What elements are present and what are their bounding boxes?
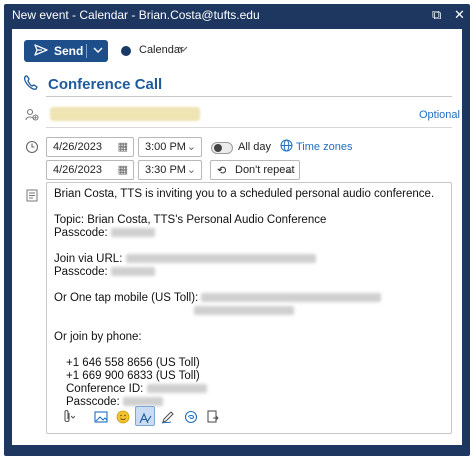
more-apps-icon[interactable] [204,406,222,426]
title-bar: New event - Calendar - Brian.Costa@tufts… [4,4,470,26]
app-window: New event - Calendar - Brian.Costa@tufts… [4,4,470,456]
start-date-value: 4/26/2023 [53,141,102,153]
chevron-down-icon: ⌄ [186,164,196,176]
repeat-dropdown[interactable]: ⟲ Don't repeat ⌄ [210,160,300,180]
send-options-chevron-icon[interactable] [92,43,104,60]
calendar-icon[interactable]: ▦ [118,163,128,176]
phone-icon [22,74,40,97]
loop-icon[interactable] [182,406,200,426]
topic-text: Topic: Brian Costa, TTS's Personal Audio… [54,214,327,226]
send-divider [86,44,87,58]
redacted-passcode [110,228,155,238]
conference-id-line: Conference ID: [54,383,449,396]
chevron-down-icon: ⌄ [186,141,196,153]
one-tap-line-2 [54,305,449,318]
people-icon [25,108,39,125]
attendee-underline [46,127,452,128]
end-time-value: 3:30 PM [145,164,186,176]
redacted-passcode [110,267,155,277]
draw-icon[interactable] [159,406,177,426]
send-button[interactable]: Send [24,40,108,62]
all-day-toggle[interactable] [211,142,233,154]
send-icon [34,43,48,60]
calendar-icon[interactable]: ▦ [118,140,128,153]
event-body-editor[interactable]: Brian Costa, TTS is inviting you to a sc… [46,182,452,434]
start-time-value: 3:00 PM [145,141,186,153]
one-tap-line: Or One tap mobile (US Toll): [54,292,449,305]
window-title: New event - Calendar - Brian.Costa@tufts… [12,8,260,22]
chevron-down-icon: ⌄ [284,164,294,176]
event-title-input[interactable]: Conference Call [48,76,162,93]
image-icon[interactable] [92,406,110,426]
globe-icon[interactable] [280,139,293,155]
all-day-label: All day [238,141,272,153]
end-time-dropdown[interactable]: 3:30 PM ⌄ [138,160,202,180]
attendee-redacted[interactable] [50,107,200,121]
start-date-field[interactable]: 4/26/2023 ▦ [46,137,134,157]
redacted-one-tap [194,306,294,316]
passcode-line: Passcode: [54,227,449,240]
join-phone-label: Or join by phone: [54,331,142,343]
phone-number-2: +1 669 900 6833 (US Toll) [66,370,200,382]
clock-icon [25,140,39,157]
redacted-url [125,254,316,264]
optional-attendees-link[interactable]: Optional [419,109,460,121]
send-label: Send [54,44,84,58]
join-url-line: Join via URL: [54,253,449,266]
end-date-field[interactable]: 4/26/2023 ▦ [46,160,134,180]
redacted-one-tap [201,293,382,303]
attach-icon[interactable] [56,406,78,426]
repeat-icon: ⟲ [217,165,227,177]
time-zones-link[interactable]: Time zones [296,141,352,153]
end-date-value: 4/26/2023 [53,164,102,176]
notes-icon [26,189,38,205]
intro-text: Brian Costa, TTS is inviting you to a sc… [54,188,435,200]
close-icon[interactable]: ✕ [454,7,465,22]
event-body-text: Brian Costa, TTS is inviting you to a sc… [54,188,449,409]
calendar-color-dot [121,46,131,56]
phone-number-1: +1 646 558 8656 (US Toll) [66,357,200,369]
emoji-icon[interactable] [114,406,132,426]
start-time-dropdown[interactable]: 3:00 PM ⌄ [138,137,202,157]
title-underline [46,96,452,97]
calendar-chevron-down-icon[interactable] [177,42,189,59]
format-painter-icon[interactable] [135,406,155,426]
redacted-conference-id [146,384,207,394]
toggle-knob [214,144,222,152]
passcode-line: Passcode: [54,266,449,279]
popout-icon[interactable]: ⧉ [432,7,441,22]
event-editor: Send Calendar Conference Call Optional 4… [11,28,463,446]
